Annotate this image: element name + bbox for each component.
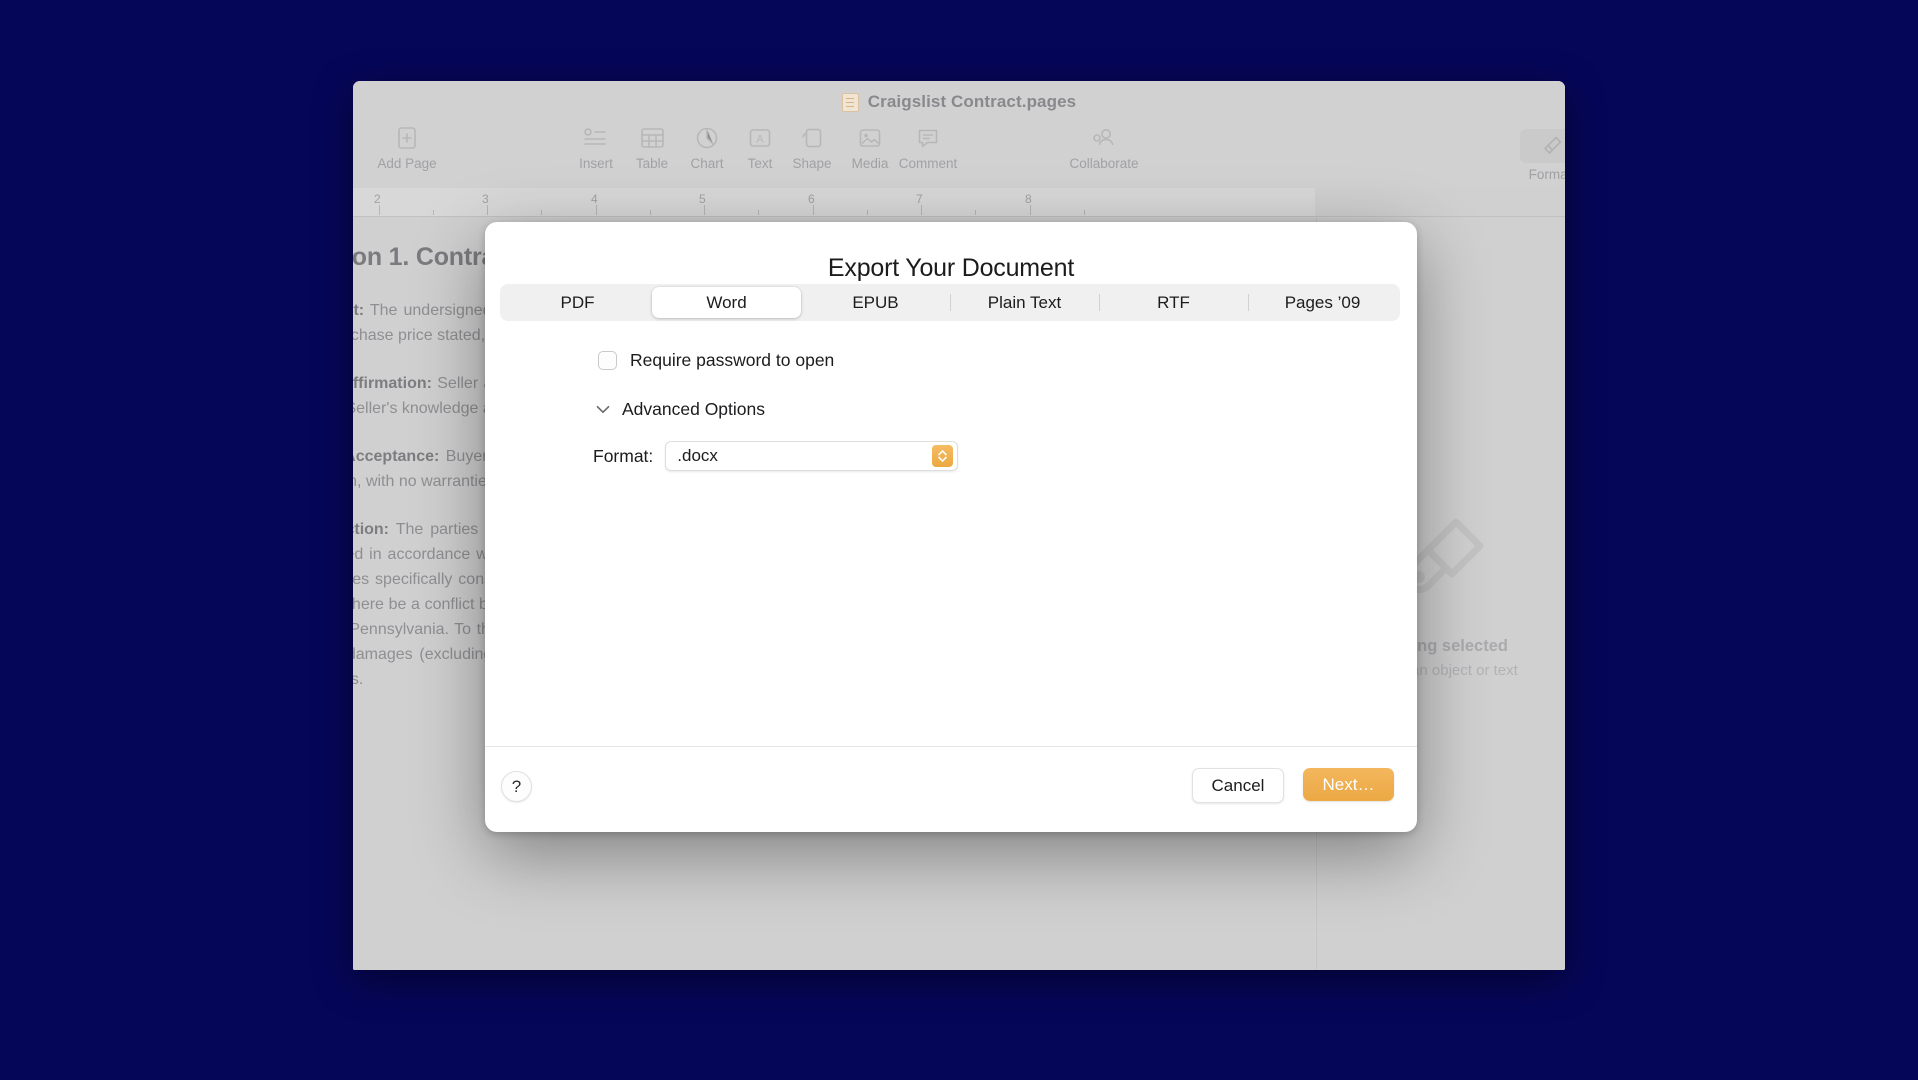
dialog-footer: ? Cancel Next… [485,746,1417,832]
ruler-tick [596,205,597,215]
add-page-icon [371,123,443,153]
stepper-up-down-icon[interactable] [932,445,953,467]
ruler-tick [433,210,434,215]
ruler-number: 7 [916,192,923,206]
window-title: Craigslist Contract.pages [868,92,1076,112]
format-brush-icon [1520,129,1565,163]
ruler-number: 8 [1025,192,1032,206]
toolbar-format-button[interactable] [1520,129,1565,163]
ruler-tick [1084,210,1085,215]
toolbar-button-row: Add Page Insert Table [353,123,1565,187]
ruler-tick [1030,205,1031,215]
window-titlebar: Craigslist Contract.pages [353,81,1565,123]
ruler-tick [921,205,922,215]
advanced-options-label: Advanced Options [622,399,765,420]
tab-label: RTF [1157,293,1190,313]
ruler-number: 5 [699,192,706,206]
require-password-checkbox[interactable] [598,351,617,370]
tab-pages-09[interactable]: Pages ’09 [1248,287,1397,318]
svg-text:A: A [756,134,764,146]
ruler-number: 4 [591,192,598,206]
tab-label: Pages ’09 [1285,293,1361,313]
ruler-tick [867,210,868,215]
ruler-number: 2 [374,192,381,206]
ruler-tick [758,210,759,215]
ruler-tick [650,210,651,215]
ruler-document-area [353,188,1315,216]
toolbar-comment-button[interactable]: Comment [892,123,964,171]
ruler-tick [704,205,705,215]
toolbar: Craigslist Contract.pages Add Page Inser… [353,81,1565,189]
ruler-tick [813,205,814,215]
tab-pdf[interactable]: PDF [503,287,652,318]
collaborate-icon [1068,123,1140,153]
cancel-button[interactable]: Cancel [1192,768,1284,803]
chevron-down-icon [596,401,610,419]
ruler-number: 3 [482,192,489,206]
format-field-row: Format: .docx [593,441,958,471]
ruler-tick [975,210,976,215]
tab-epub[interactable]: EPUB [801,287,950,318]
desktop-background: Craigslist Contract.pages Add Page Inser… [0,0,1918,1080]
tab-label: EPUB [852,293,898,313]
tab-label: Word [706,293,746,313]
tab-plain-text[interactable]: Plain Text [950,287,1099,318]
export-format-tabs[interactable]: PDF Word EPUB Plain Text RTF Pages ’09 [500,284,1400,321]
toolbar-label: Comment [892,156,964,171]
ruler-tick [541,210,542,215]
toolbar-label: Add Page [371,156,443,171]
next-button[interactable]: Next… [1303,768,1394,801]
horizontal-ruler[interactable]: 2 3 4 5 6 7 8 [353,188,1565,217]
toolbar-label: Collaborate [1068,156,1140,171]
export-document-dialog: Export Your Document PDF Word EPUB Plain… [485,222,1417,832]
tab-rtf[interactable]: RTF [1099,287,1248,318]
toolbar-format-label: Format [1520,167,1565,182]
require-password-label: Require password to open [630,350,834,371]
comment-icon [892,123,964,153]
pages-document-icon [842,93,859,112]
require-password-row[interactable]: Require password to open [598,350,834,371]
help-button[interactable]: ? [501,771,532,802]
ruler-tick [379,205,380,215]
dialog-title: Export Your Document [485,254,1417,283]
tab-label: Plain Text [988,293,1061,313]
ruler-tick [487,205,488,215]
toolbar-collaborate-button[interactable]: Collaborate [1068,123,1140,171]
tab-word[interactable]: Word [652,287,801,318]
toolbar-add-page-button[interactable]: Add Page [371,123,443,171]
ruler-number: 6 [808,192,815,206]
format-select[interactable]: .docx [665,441,958,471]
format-field-label: Format: [593,446,653,467]
advanced-options-disclosure[interactable]: Advanced Options [596,399,765,420]
tab-label: PDF [561,293,595,313]
format-select-value: .docx [677,446,932,466]
